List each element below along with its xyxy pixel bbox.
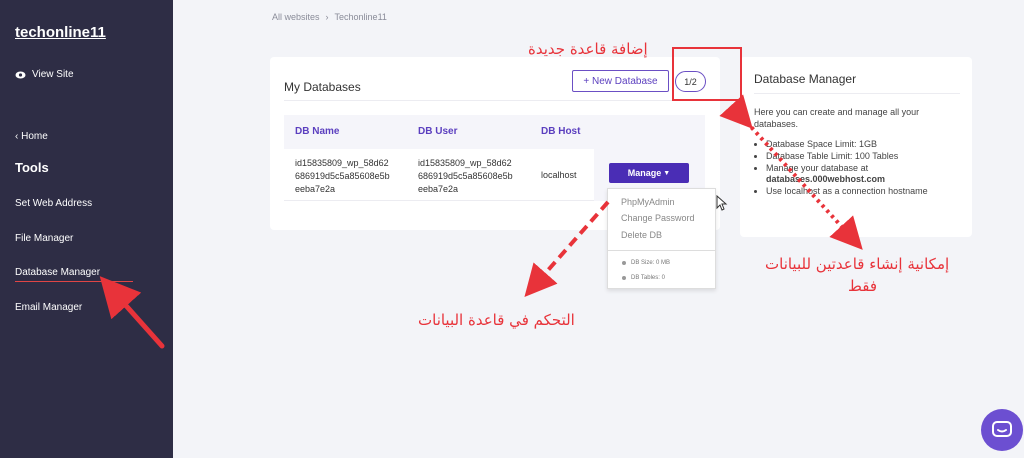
sidebar-arrow xyxy=(99,276,165,349)
annotation-arrows xyxy=(99,94,863,349)
chat-icon xyxy=(992,421,1012,437)
count-arrow xyxy=(719,94,863,250)
manage-arrow xyxy=(524,200,610,298)
chat-button[interactable] xyxy=(981,409,1023,451)
mouse-cursor-icon xyxy=(716,195,728,211)
